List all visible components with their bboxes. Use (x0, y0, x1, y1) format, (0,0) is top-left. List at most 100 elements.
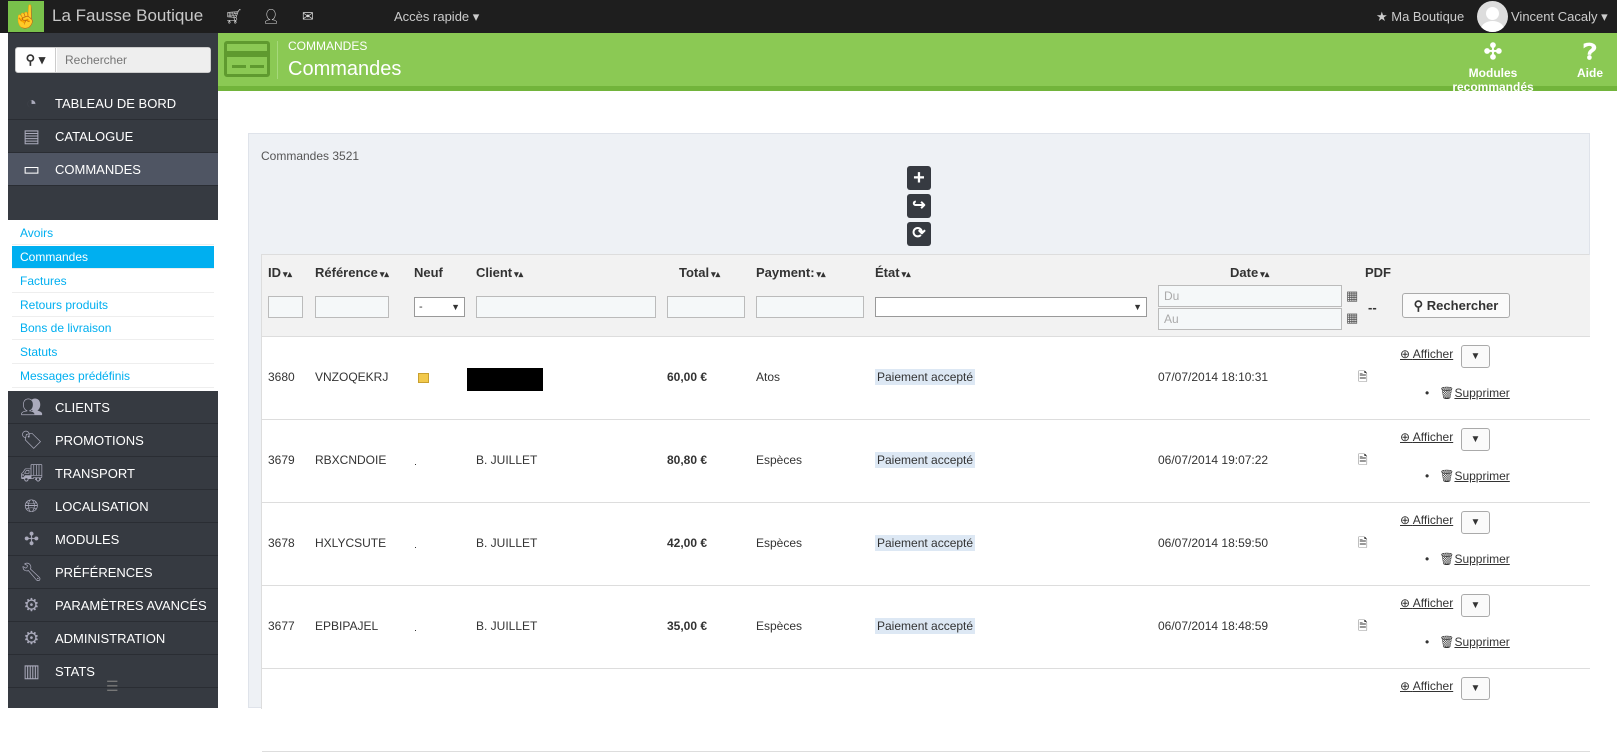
filter-new-select[interactable]: - ▼ (414, 297, 465, 317)
table-header: ID ▾▴ Référence ▾▴ Neuf Client ▾▴ Total ▾▴ P… (262, 255, 1590, 337)
order-id: 3677 (268, 619, 295, 633)
sidebar-item-label: MODULES (55, 531, 120, 547)
sidebar-item-advanced-parameters[interactable]: ⚙ PARAMÈTRES AVANCÉS (8, 589, 218, 622)
breadcrumb[interactable]: COMMANDES (288, 39, 367, 53)
view-button[interactable]: ⊕ Afficher (1400, 596, 1453, 610)
user-icon[interactable]: 👤︎ (262, 8, 280, 25)
cart-icon[interactable]: 🛒︎ (225, 8, 243, 25)
sidebar-item-customers[interactable]: 👥︎ CLIENTS (8, 391, 218, 424)
help-button[interactable]: ❓︎ Aide (1568, 38, 1612, 80)
table-row[interactable]: 3679 RBXCNDOIE B. JUILLET 80,80 € Espèce… (262, 420, 1590, 503)
order-date: 07/07/2014 18:10:31 (1158, 370, 1269, 384)
quick-access-dropdown[interactable]: Accès rapide ▾ (394, 9, 479, 25)
pdf-file-icon[interactable]: 🗎︎ (1358, 451, 1368, 472)
my-shop-link[interactable]: ★ Ma Boutique (1376, 9, 1464, 25)
filter-state-select[interactable]: ▼ (875, 297, 1147, 317)
filter-payment-input[interactable] (756, 296, 864, 318)
sidebar-item-orders[interactable]: ▭ COMMANDES (8, 153, 218, 186)
actions-dropdown-button[interactable]: ▼ (1461, 594, 1490, 617)
refresh-icon[interactable]: ⟳ (907, 222, 931, 246)
search-input[interactable] (57, 48, 210, 72)
order-reference: EPBIPAJEL (315, 619, 379, 633)
table-row[interactable]: 3677 EPBIPAJEL B. JUILLET 35,00 € Espèce… (262, 586, 1590, 669)
pdf-file-icon[interactable]: 🗎︎ (1358, 368, 1368, 389)
help-label: Aide (1576, 66, 1603, 80)
sidebar-item-shipping[interactable]: 🚚︎ TRANSPORT (8, 457, 218, 490)
orders-panel: Commandes 3521 + ↪ ⟳ ID ▾▴ Référence ▾▴ Ne… (248, 133, 1590, 752)
delete-link[interactable]: • 🗑︎Supprimer (1425, 635, 1510, 649)
filter-date-to[interactable]: Au (1158, 308, 1342, 330)
user-menu[interactable]: Vincent Cacaly ▾ (1511, 9, 1608, 25)
filter-date-from[interactable]: Du (1158, 285, 1342, 307)
actions-dropdown-button[interactable]: ▼ (1461, 677, 1490, 700)
sidebar-item-modules[interactable]: ✣ MODULES (8, 523, 218, 556)
col-header-reference[interactable]: Référence ▾▴ (315, 265, 389, 280)
col-header-date[interactable]: Date ▾▴ (1230, 265, 1269, 280)
export-icon[interactable]: ↪ (907, 194, 931, 218)
delete-link[interactable]: • 🗑︎Supprimer (1425, 469, 1510, 483)
filter-search-button[interactable]: ⚲ Rechercher (1402, 293, 1510, 318)
filter-reference-input[interactable] (315, 296, 389, 318)
cogs-icon: ⚙ (23, 594, 40, 615)
filter-client-input[interactable] (476, 296, 656, 318)
shop-logo[interactable]: ☝ (8, 1, 44, 32)
panel-title: Commandes 3521 (261, 149, 359, 163)
calendar-icon[interactable]: ▦ (1346, 310, 1358, 326)
divider (277, 41, 278, 79)
col-header-pdf: PDF (1365, 265, 1391, 280)
submenu-invoices[interactable]: Factures (12, 270, 214, 293)
status-badge: Paiement accepté (875, 452, 976, 468)
view-button[interactable]: ⊕ Afficher (1400, 430, 1453, 444)
not-new-marker (415, 547, 416, 548)
view-button[interactable]: ⊕ Afficher (1400, 513, 1453, 527)
zoom-icon: ⊕ (1400, 596, 1411, 610)
sidebar-item-preferences[interactable]: 🔧︎ PRÉFÉRENCES (8, 556, 218, 589)
status-badge: Paiement accepté (875, 618, 976, 634)
col-header-state[interactable]: État ▾▴ (875, 265, 911, 280)
col-header-id[interactable]: ID ▾▴ (268, 265, 292, 280)
col-header-payment[interactable]: Payment: ▾▴ (756, 265, 826, 280)
col-header-client[interactable]: Client ▾▴ (476, 265, 523, 280)
sidebar-item-catalog[interactable]: ▤ CATALOGUE (8, 120, 218, 153)
pdf-file-icon[interactable]: 🗎︎ (1358, 617, 1368, 638)
submenu-returns[interactable]: Retours produits (12, 294, 214, 317)
filter-total-input[interactable] (667, 296, 745, 318)
submenu-messages[interactable]: Messages prédéfinis (12, 365, 214, 388)
submenu-delivery-slips[interactable]: Bons de livraison (12, 317, 214, 340)
avatar[interactable] (1477, 1, 1508, 32)
trash-icon: 🗑︎ (1439, 552, 1455, 566)
actions-dropdown-button[interactable]: ▼ (1461, 428, 1490, 451)
table-row[interactable]: 3678 HXLYCSUTE B. JUILLET 42,00 € Espèce… (262, 503, 1590, 586)
shop-name[interactable]: La Fausse Boutique (52, 6, 203, 26)
view-button[interactable]: ⊕ Afficher (1400, 347, 1453, 361)
table-row[interactable]: 3680 VNZOQEKRJ 60,00 € Atos Paiement acc… (262, 337, 1590, 420)
delete-link[interactable]: • 🗑︎Supprimer (1425, 552, 1510, 566)
sidebar-item-administration[interactable]: ⚙ ADMINISTRATION (8, 622, 218, 655)
credit-card-icon: ▭ (22, 158, 40, 179)
sidebar-item-localization[interactable]: 🌐︎ LOCALISATION (8, 490, 218, 523)
dashboard-icon: ◔ (26, 92, 37, 113)
add-order-icon[interactable]: + (907, 166, 931, 190)
delete-link[interactable]: • 🗑︎Supprimer (1425, 386, 1510, 400)
actions-dropdown-button[interactable]: ▼ (1461, 345, 1490, 368)
col-header-total[interactable]: Total ▾▴ (679, 265, 720, 280)
recommended-modules-button[interactable]: ✣ Modules recommandés (1428, 38, 1558, 94)
table-row[interactable]: ⊕ Afficher ▼ (262, 669, 1590, 752)
filter-id-input[interactable] (268, 296, 303, 318)
actions-dropdown-button[interactable]: ▼ (1461, 511, 1490, 534)
submenu-orders[interactable]: Commandes (12, 246, 214, 269)
view-button[interactable]: ⊕ Afficher (1400, 679, 1453, 693)
sidebar-item-label: TRANSPORT (55, 465, 135, 481)
truck-icon: 🚚︎ (20, 462, 43, 483)
sidebar-item-dashboard[interactable]: ◔ TABLEAU DE BORD (8, 87, 218, 120)
pdf-file-icon[interactable]: 🗎︎ (1358, 534, 1368, 555)
collapse-menu-icon[interactable]: ☰ (106, 678, 119, 695)
zoom-icon: ⊕ (1400, 347, 1411, 361)
sidebar-item-promotions[interactable]: 🏷︎ PROMOTIONS (8, 424, 218, 457)
submenu-statuses[interactable]: Statuts (12, 341, 214, 364)
puzzle-icon: ✣ (1483, 39, 1503, 64)
envelope-icon[interactable]: ✉ (302, 8, 314, 25)
submenu-credit-slips[interactable]: Avoirs (12, 222, 214, 245)
calendar-icon[interactable]: ▦ (1346, 288, 1358, 304)
search-scope-button[interactable]: ⚲ ▾ (16, 48, 56, 72)
